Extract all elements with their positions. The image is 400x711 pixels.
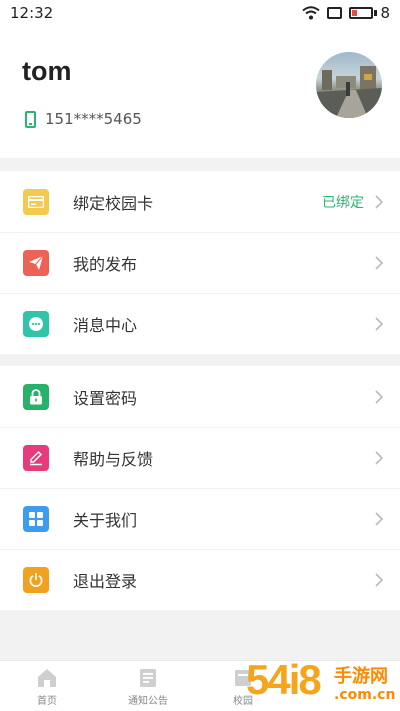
menu-group-1: 绑定校园卡 已绑定 我的发布 消息中心	[0, 171, 400, 354]
menu-item-messages[interactable]: 消息中心	[0, 293, 400, 354]
watermark-logo: 54i8 手游网 .com.cn	[246, 656, 400, 711]
chevron-right-icon	[375, 572, 384, 587]
menu-item-label: 关于我们	[73, 510, 138, 530]
menu-item-logout[interactable]: 退出登录	[0, 549, 400, 610]
menu-item-label: 设置密码	[73, 388, 138, 408]
menu-item-about-us[interactable]: 关于我们	[0, 488, 400, 549]
watermark-url: .com.cn	[334, 687, 396, 703]
chevron-right-icon	[375, 450, 384, 465]
watermark-text: 54i8	[246, 656, 322, 703]
menu-group-2: 设置密码 帮助与反馈 关于我们 退出登录	[0, 366, 400, 610]
chevron-right-icon	[375, 255, 384, 270]
lock-icon	[23, 383, 49, 410]
status-bar: 12:32 8	[0, 0, 400, 26]
menu-item-label: 消息中心	[73, 315, 138, 335]
edit-icon	[23, 444, 49, 471]
nav-label: 首页	[37, 696, 57, 707]
menu-item-set-password[interactable]: 设置密码	[0, 366, 400, 427]
battery-icon: 8	[349, 4, 390, 22]
send-icon	[23, 249, 49, 276]
nav-item-home[interactable]: 首页	[36, 667, 58, 707]
chevron-right-icon	[375, 389, 384, 404]
nav-item-notice[interactable]: 通知公告	[128, 667, 168, 707]
power-icon	[23, 566, 49, 593]
menu-item-my-posts[interactable]: 我的发布	[0, 232, 400, 293]
profile-header: tom 151****5465	[0, 26, 400, 158]
chevron-right-icon	[375, 194, 384, 209]
status-badge: 已绑定	[322, 194, 364, 211]
card-icon	[23, 188, 49, 215]
chevron-right-icon	[375, 511, 384, 526]
battery-level: 8	[380, 4, 390, 22]
menu-item-label: 我的发布	[73, 254, 138, 274]
home-icon	[38, 669, 56, 687]
phone-number: 151****5465	[45, 110, 142, 128]
status-icons: 8	[302, 4, 390, 22]
menu-item-bind-card[interactable]: 绑定校园卡 已绑定	[0, 171, 400, 232]
menu-item-help-feedback[interactable]: 帮助与反馈	[0, 427, 400, 488]
avatar[interactable]	[316, 52, 382, 118]
avatar-photo	[316, 66, 382, 118]
message-icon	[23, 310, 49, 337]
menu-item-label: 退出登录	[73, 571, 138, 591]
watermark-cn: 手游网	[334, 666, 388, 687]
menu-item-label: 帮助与反馈	[73, 449, 154, 469]
wifi-icon	[302, 6, 321, 20]
grid-icon	[23, 505, 49, 532]
status-time: 12:32	[10, 4, 54, 22]
notice-icon	[140, 669, 156, 687]
phone-icon	[25, 110, 36, 128]
menu-item-label: 绑定校园卡	[73, 193, 154, 213]
screen-mode-icon	[327, 7, 343, 19]
phone-row: 151****5465	[25, 110, 142, 128]
username: tom	[22, 56, 72, 86]
nav-label: 通知公告	[128, 696, 168, 707]
chevron-right-icon	[375, 316, 384, 331]
